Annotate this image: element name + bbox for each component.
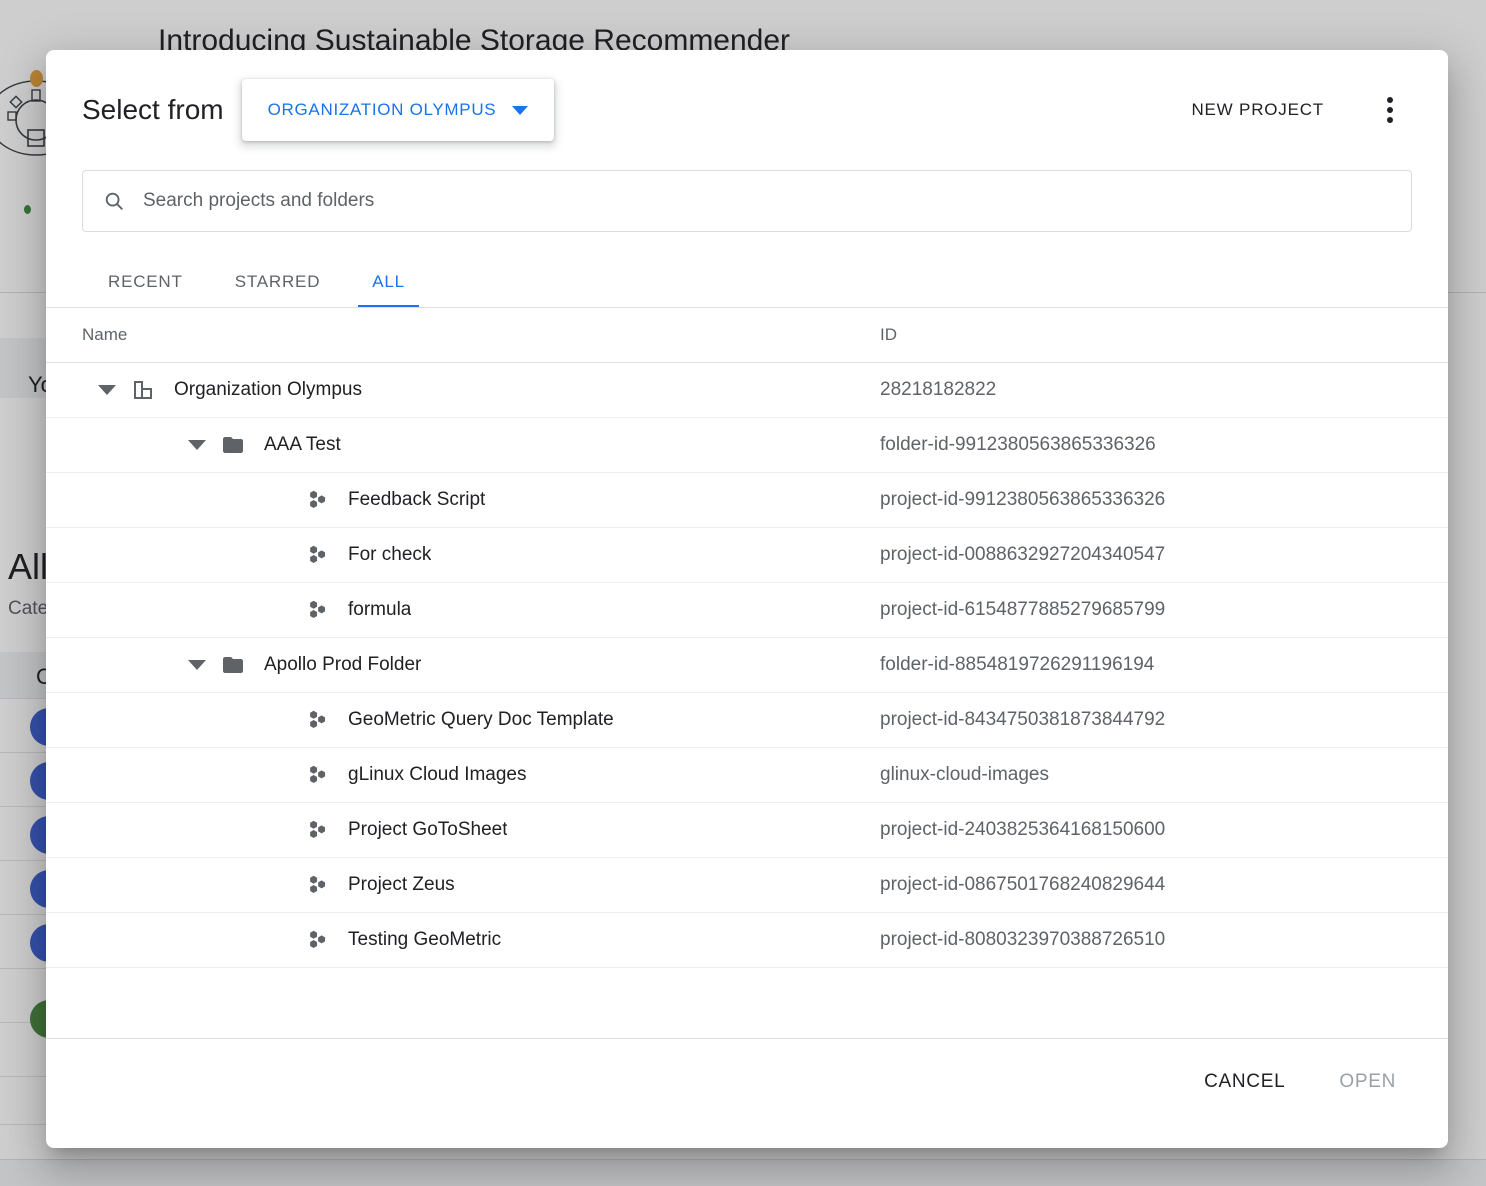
project-icon [304,872,330,898]
project-icon [304,817,330,843]
caret-placeholder [268,597,294,623]
table-row[interactable]: formula project-id-6154877885279685799 [46,583,1448,638]
row-name-label: Apollo Prod Folder [264,654,421,676]
row-name-cell: AAA Test [46,432,880,458]
table-row[interactable]: Testing GeoMetric project-id-808032397038… [46,913,1448,968]
page-root: Introducing Sustainable Storage Recommen… [0,0,1486,1186]
tab-underline [46,307,1448,308]
row-name-cell: For check [46,542,880,568]
table-body: Organization Olympus 28218182822 AAA Test f… [46,363,1448,1038]
caret-placeholder [268,762,294,788]
caret-placeholder [268,927,294,953]
row-name-cell: formula [46,597,880,623]
project-icon [304,707,330,733]
caret-down-icon[interactable] [184,652,210,678]
project-icon [304,927,330,953]
row-id-cell: 28218182822 [880,379,1448,401]
new-project-button[interactable]: NEW PROJECT [1177,90,1338,130]
table-row[interactable]: Feedback Script project-id-99123805638653… [46,473,1448,528]
project-icon [304,542,330,568]
row-id-cell: glinux-cloud-images [880,764,1448,786]
search-section [46,170,1448,232]
organization-scope-selector[interactable]: ORGANIZATION OLYMPUS [242,79,555,141]
row-id-cell: project-id-6154877885279685799 [880,599,1448,621]
open-button: OPEN [1323,1059,1412,1105]
project-icon [304,487,330,513]
table-row[interactable]: Organization Olympus 28218182822 [46,363,1448,418]
row-id-cell: project-id-8080323970388726510 [880,929,1448,951]
resource-table: Name ID Organization Olympus 28218182822 A… [46,308,1448,1038]
dialog-footer: CANCEL OPEN [46,1038,1448,1148]
project-picker-dialog: Select from ORGANIZATION OLYMPUS NEW PRO… [46,50,1448,1148]
row-id-cell: project-id-8434750381873844792 [880,709,1448,731]
caret-placeholder [268,707,294,733]
row-name-cell: Feedback Script [46,487,880,513]
row-id-cell: project-id-0088632927204340547 [880,544,1448,566]
column-header-name: Name [46,325,880,345]
row-name-cell: Project GoToSheet [46,817,880,843]
row-name-cell: Organization Olympus [46,377,880,403]
row-name-cell: Testing GeoMetric [46,927,880,953]
search-icon [103,190,125,212]
row-name-label: For check [348,544,431,566]
more-vert-icon[interactable] [1368,88,1412,132]
project-icon [304,597,330,623]
tab-bar: RECENT STARRED ALL [46,262,1448,308]
row-name-label: AAA Test [264,434,341,456]
kebab-dot [1387,117,1393,123]
row-id-cell: project-id-9912380563865336326 [880,489,1448,511]
row-name-label: GeoMetric Query Doc Template [348,709,614,731]
caret-placeholder [268,487,294,513]
tab-starred[interactable]: STARRED [209,262,347,308]
row-name-label: Project Zeus [348,874,455,896]
table-row[interactable]: Project GoToSheet project-id-240382536416… [46,803,1448,858]
table-row[interactable]: For check project-id-0088632927204340547 [46,528,1448,583]
dialog-header: Select from ORGANIZATION OLYMPUS NEW PRO… [46,50,1448,170]
kebab-dot [1387,107,1393,113]
tab-recent[interactable]: RECENT [82,262,209,308]
table-header-row: Name ID [46,308,1448,363]
search-input[interactable] [141,189,1391,213]
row-name-label: Project GoToSheet [348,819,507,841]
row-id-cell: project-id-2403825364168150600 [880,819,1448,841]
row-name-label: gLinux Cloud Images [348,764,527,786]
search-box[interactable] [82,170,1412,232]
chevron-down-icon [512,106,528,115]
row-name-label: Testing GeoMetric [348,929,501,951]
caret-down-icon[interactable] [184,432,210,458]
folder-icon [220,652,246,678]
table-row[interactable]: gLinux Cloud Images glinux-cloud-images [46,748,1448,803]
row-name-cell: GeoMetric Query Doc Template [46,707,880,733]
row-name-label: Feedback Script [348,489,485,511]
caret-placeholder [268,817,294,843]
table-row[interactable]: Project Zeus project-id-08675017682408296… [46,858,1448,913]
kebab-dot [1387,97,1393,103]
dialog-title: Select from [82,94,224,126]
table-row[interactable]: AAA Test folder-id-9912380563865336326 [46,418,1448,473]
project-icon [304,762,330,788]
caret-placeholder [268,542,294,568]
organization-icon [130,377,156,403]
table-row[interactable]: GeoMetric Query Doc Template project-id-8… [46,693,1448,748]
row-name-cell: Project Zeus [46,872,880,898]
row-name-cell: gLinux Cloud Images [46,762,880,788]
row-id-cell: folder-id-9912380563865336326 [880,434,1448,456]
caret-down-icon[interactable] [94,377,120,403]
caret-placeholder [268,872,294,898]
folder-icon [220,432,246,458]
cancel-button[interactable]: CANCEL [1188,1059,1301,1105]
column-header-id: ID [880,325,1448,345]
tab-all[interactable]: ALL [346,262,431,308]
table-row[interactable]: Apollo Prod Folder folder-id-885481972629… [46,638,1448,693]
row-id-cell: project-id-0867501768240829644 [880,874,1448,896]
row-name-label: formula [348,599,411,621]
row-name-cell: Apollo Prod Folder [46,652,880,678]
row-name-label: Organization Olympus [174,379,362,401]
organization-scope-label: ORGANIZATION OLYMPUS [268,100,497,120]
row-id-cell: folder-id-8854819726291196194 [880,654,1448,676]
